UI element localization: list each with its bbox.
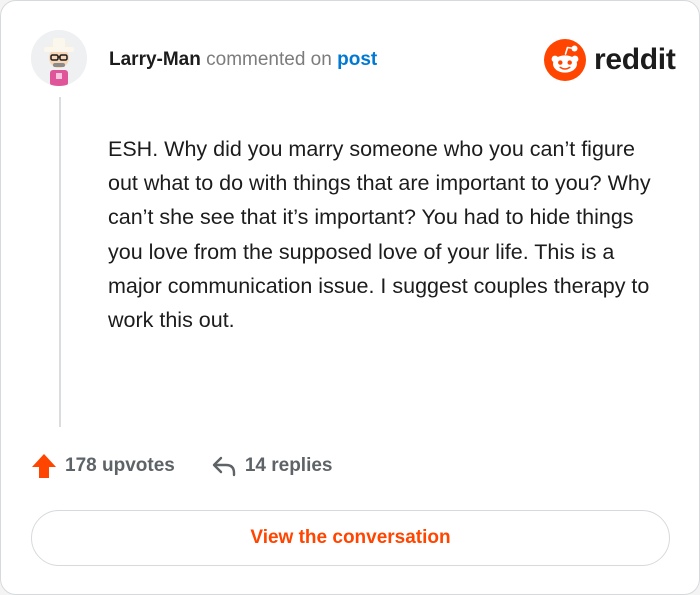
reply-arrow-icon (212, 456, 236, 477)
view-conversation-button[interactable]: View the conversation (31, 510, 670, 566)
comment-header: Larry-Man commented on post (109, 48, 377, 72)
replies-stat[interactable]: 14 replies (211, 455, 333, 477)
replies-count: 14 replies (244, 455, 333, 476)
comment-body: ESH. Why did you marry someone who you c… (108, 137, 651, 333)
comment-verb: commented on (206, 49, 332, 70)
comment-stats: 178 upvotes 14 replies (31, 453, 333, 479)
reddit-logo-icon (544, 39, 586, 81)
post-link[interactable]: post (337, 49, 377, 70)
reddit-wordmark: reddit (594, 43, 676, 76)
upvotes-stat[interactable]: 178 upvotes (31, 453, 175, 479)
avatar[interactable] (31, 30, 87, 86)
upvote-arrow-icon (32, 454, 56, 478)
thread-line (59, 97, 61, 427)
comment-card: Larry-Man commented on post reddit ESH. … (0, 0, 700, 595)
username[interactable]: Larry-Man (109, 49, 201, 70)
reddit-logo[interactable]: reddit (544, 39, 676, 81)
upvotes-count: 178 upvotes (65, 455, 175, 476)
user-avatar-icon (31, 30, 87, 86)
